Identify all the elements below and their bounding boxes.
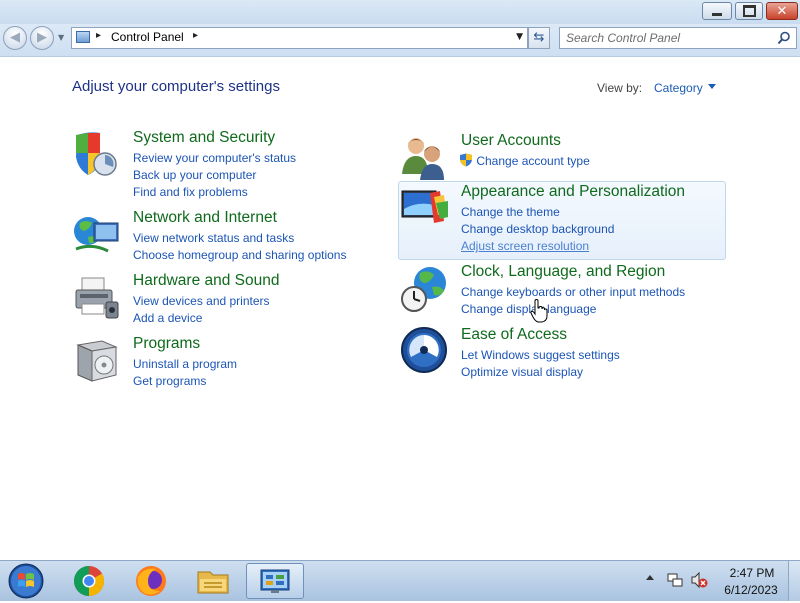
- content-area: Adjust your computer's settings View by:…: [0, 57, 800, 560]
- network-globe-icon[interactable]: [72, 209, 122, 259]
- search-box[interactable]: [559, 27, 797, 49]
- breadcrumb-separator-icon[interactable]: ▸: [96, 30, 101, 41]
- link-review-computer-status[interactable]: Review your computer's status: [133, 150, 296, 167]
- category-title[interactable]: Ease of Access: [461, 326, 567, 344]
- show-desktop-button[interactable]: [788, 561, 800, 601]
- forward-arrow-icon: ▶: [37, 30, 47, 45]
- shield-icon[interactable]: [72, 129, 122, 179]
- users-icon[interactable]: [400, 132, 450, 182]
- title-bar: ✕: [0, 0, 800, 24]
- page-title: Adjust your computer's settings: [72, 78, 280, 95]
- link-back-up-computer[interactable]: Back up your computer: [133, 167, 296, 184]
- minimize-button[interactable]: [702, 2, 732, 20]
- control-panel-small-icon: [76, 31, 90, 43]
- view-by-dropdown[interactable]: Category: [654, 81, 703, 95]
- link-change-the-theme[interactable]: Change the theme: [461, 204, 614, 221]
- show-hidden-icons-button[interactable]: [646, 575, 654, 580]
- link-windows-suggest-settings[interactable]: Let Windows suggest settings: [461, 347, 620, 364]
- volume-muted-tray-icon[interactable]: [690, 571, 708, 589]
- clock-time[interactable]: 2:47 PM: [722, 566, 782, 580]
- taskbar-chrome[interactable]: [62, 563, 116, 599]
- breadcrumb-separator-icon[interactable]: ▸: [193, 30, 198, 41]
- network-tray-icon[interactable]: [666, 571, 684, 589]
- taskbar-control-panel[interactable]: [246, 563, 304, 599]
- minimize-icon: [703, 3, 731, 19]
- file-explorer-icon: [197, 571, 229, 594]
- category-title[interactable]: Hardware and Sound: [133, 272, 280, 290]
- link-adjust-screen-resolution[interactable]: Adjust screen resolution: [461, 238, 614, 255]
- link-get-programs[interactable]: Get programs: [133, 373, 237, 390]
- view-by-label: View by:: [597, 81, 643, 95]
- chrome-icon: [73, 566, 105, 596]
- breadcrumb-control-panel[interactable]: Control Panel: [111, 30, 184, 44]
- refresh-button[interactable]: ⇆: [528, 27, 550, 49]
- hand-cursor-icon: [530, 299, 548, 323]
- back-button[interactable]: ◀: [3, 26, 27, 50]
- recent-pages-dropdown-icon[interactable]: ▼: [58, 33, 64, 42]
- close-icon: ✕: [776, 3, 788, 19]
- view-by-caret-icon[interactable]: [708, 84, 716, 89]
- search-input[interactable]: [560, 28, 782, 48]
- link-change-display-language[interactable]: Change display language: [461, 301, 685, 318]
- link-change-keyboards[interactable]: Change keyboards or other input methods: [461, 284, 685, 301]
- address-dropdown-icon[interactable]: ▼: [516, 32, 523, 42]
- clock-date[interactable]: 6/12/2023: [716, 583, 786, 597]
- restore-icon: [736, 3, 762, 19]
- link-homegroup-sharing[interactable]: Choose homegroup and sharing options: [133, 247, 346, 264]
- search-icon[interactable]: [777, 31, 791, 45]
- category-title[interactable]: Programs: [133, 335, 200, 353]
- taskbar-firefox[interactable]: [124, 563, 178, 599]
- link-add-a-device[interactable]: Add a device: [133, 310, 270, 327]
- back-arrow-icon: ◀: [10, 30, 20, 45]
- printer-icon[interactable]: [72, 272, 122, 322]
- category-title[interactable]: System and Security: [133, 129, 275, 147]
- firefox-icon: [136, 566, 166, 596]
- close-button[interactable]: ✕: [766, 2, 798, 20]
- taskbar-file-explorer[interactable]: [186, 563, 240, 599]
- link-uninstall-a-program[interactable]: Uninstall a program: [133, 356, 237, 373]
- category-title[interactable]: Appearance and Personalization: [461, 183, 685, 201]
- link-change-account-type[interactable]: Change account type: [459, 153, 590, 170]
- refresh-icon: ⇆: [533, 30, 545, 45]
- start-orb-icon[interactable]: [5, 562, 47, 600]
- monitor-palette-icon[interactable]: [400, 183, 450, 233]
- address-bar[interactable]: ▸ Control Panel ▸ ▼: [71, 27, 528, 49]
- category-title[interactable]: Clock, Language, and Region: [461, 263, 665, 281]
- restore-button[interactable]: [735, 2, 763, 20]
- link-optimize-visual-display[interactable]: Optimize visual display: [461, 364, 620, 381]
- clock-globe-icon[interactable]: [400, 263, 450, 313]
- navigation-bar: ◀ ▶ ▼ ▸ Control Panel ▸ ▼ ⇆: [0, 24, 800, 57]
- category-title[interactable]: User Accounts: [461, 132, 561, 150]
- category-title[interactable]: Network and Internet: [133, 209, 277, 227]
- taskbar: 2:47 PM 6/12/2023: [0, 560, 800, 601]
- link-label: Change account type: [476, 154, 590, 168]
- forward-button[interactable]: ▶: [30, 26, 54, 50]
- ease-of-access-icon[interactable]: [400, 326, 450, 376]
- programs-box-icon[interactable]: [72, 335, 122, 385]
- link-find-and-fix-problems[interactable]: Find and fix problems: [133, 184, 296, 201]
- link-change-desktop-background[interactable]: Change desktop background: [461, 221, 614, 238]
- control-panel-icon: [260, 569, 290, 593]
- link-view-devices-and-printers[interactable]: View devices and printers: [133, 293, 270, 310]
- link-view-network-status[interactable]: View network status and tasks: [133, 230, 346, 247]
- uac-shield-icon: [460, 153, 472, 167]
